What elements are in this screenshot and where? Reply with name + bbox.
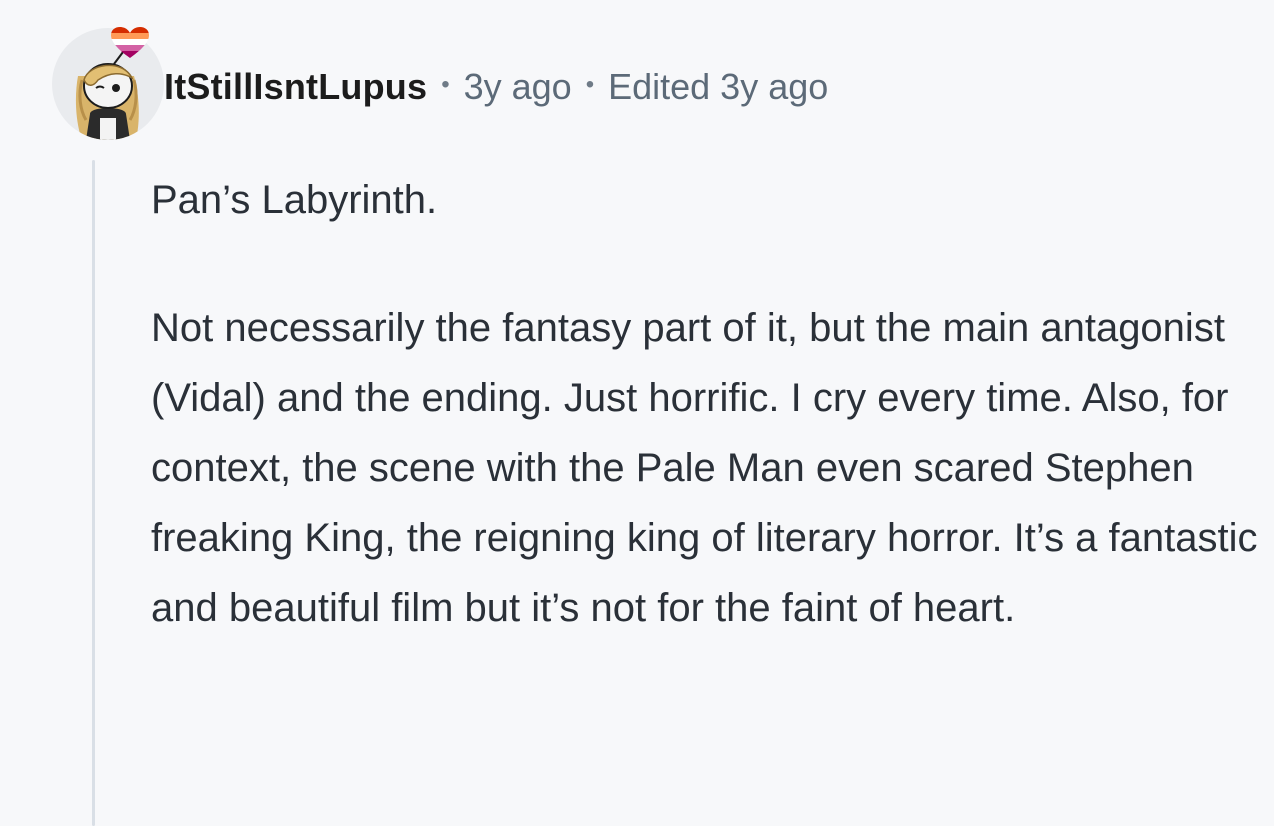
comment: ItStillIsntLupus • 3y ago • Edited 3y ag… <box>0 0 1274 826</box>
comment-meta: ItStillIsntLupus • 3y ago • Edited 3y ag… <box>164 66 828 108</box>
comment-paragraph: Pan’s Labyrinth. <box>151 178 438 222</box>
meta-separator: • <box>441 71 450 98</box>
avatar[interactable] <box>52 27 164 140</box>
meta-separator: • <box>585 71 595 98</box>
lesbian-pride-heart-icon <box>111 27 149 58</box>
edited-label: Edited 3y ago <box>608 66 829 107</box>
thread-line[interactable] <box>92 160 95 826</box>
username-link[interactable]: ItStillIsntLupus <box>164 66 427 108</box>
comment-paragraph: Not necessarily the fantasy part of it, … <box>151 306 1258 630</box>
timestamp[interactable]: 3y ago <box>464 66 572 108</box>
comment-header: ItStillIsntLupus • 3y ago • Edited 3y ag… <box>52 27 828 140</box>
comment-body: Pan’s Labyrinth. Not necessarily the fan… <box>151 165 1261 643</box>
